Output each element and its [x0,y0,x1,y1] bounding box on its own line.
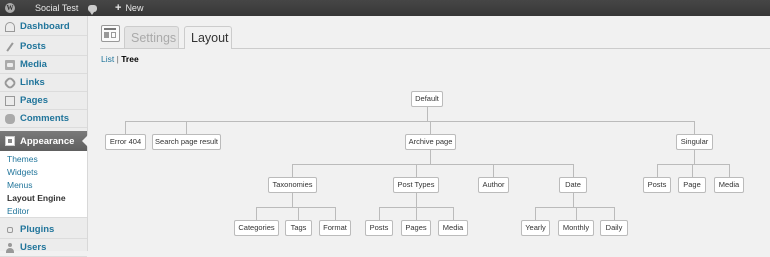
tree-node-categories[interactable]: Categories [234,220,279,236]
tree-node-singular-page[interactable]: Page [678,177,706,193]
tree-node-post-types[interactable]: Post Types [393,177,439,193]
layout-tree: Default Error 404 Search page result Arc… [0,0,770,251]
tree-node-singular[interactable]: Singular [676,134,713,150]
tree-node-format[interactable]: Format [319,220,351,236]
tree-node-monthly[interactable]: Monthly [558,220,594,236]
tree-node-post-types-pages[interactable]: Pages [401,220,431,236]
tree-node-post-types-posts[interactable]: Posts [365,220,393,236]
tree-node-archive-page[interactable]: Archive page [405,134,456,150]
tree-node-singular-posts[interactable]: Posts [643,177,671,193]
tree-node-author[interactable]: Author [478,177,509,193]
tree-node-date[interactable]: Date [559,177,587,193]
tree-node-yearly[interactable]: Yearly [521,220,550,236]
tree-node-daily[interactable]: Daily [600,220,628,236]
tree-node-post-types-media[interactable]: Media [438,220,468,236]
tree-node-default[interactable]: Default [411,91,443,107]
tree-node-search-page-result[interactable]: Search page result [152,134,221,150]
tree-node-singular-media[interactable]: Media [714,177,744,193]
tree-node-error-404[interactable]: Error 404 [105,134,146,150]
tree-node-taxonomies[interactable]: Taxonomies [268,177,317,193]
tree-node-tags[interactable]: Tags [285,220,312,236]
